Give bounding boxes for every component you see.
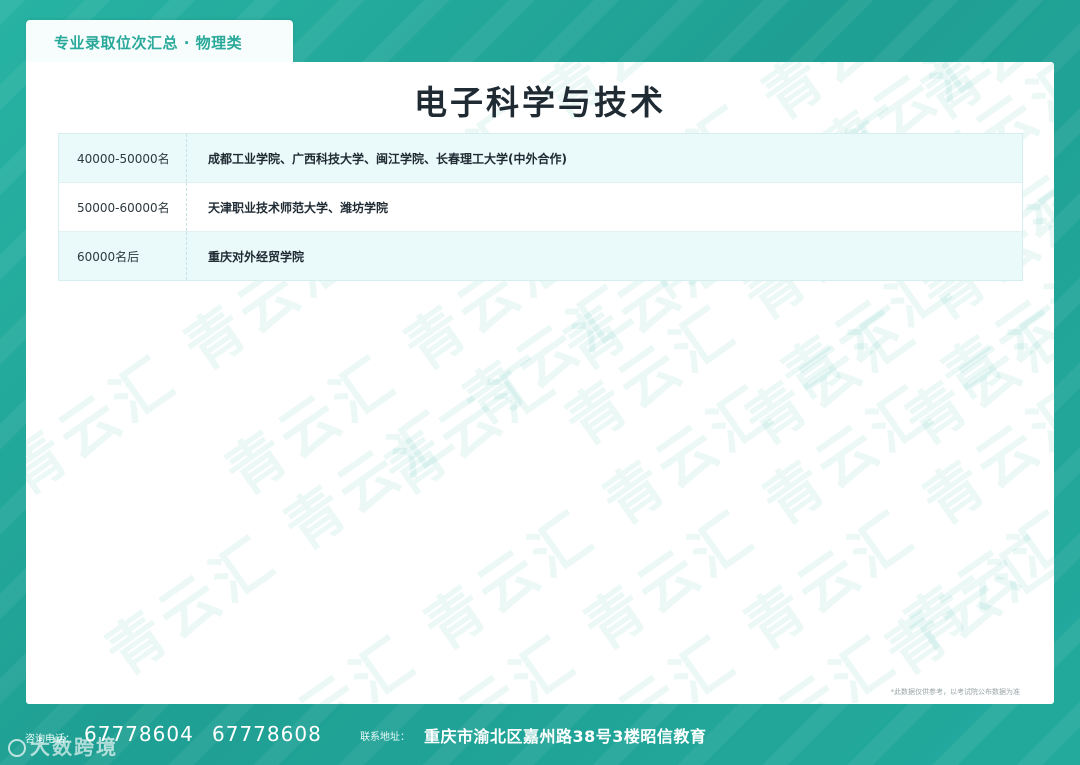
address-label: 联系地址：: [360, 732, 410, 743]
table-row: 50000-60000名 天津职业技术师范大学、潍坊学院: [59, 183, 1022, 232]
schools-cell: 天津职业技术师范大学、潍坊学院: [208, 200, 389, 215]
watermark-text: 青云汇 青云汇 青云汇 青云汇 青云汇 青云汇: [26, 62, 1054, 509]
rank-cell: 50000-60000名: [59, 183, 187, 231]
rank-cell: 60000名后: [59, 232, 187, 280]
ranking-table: 40000-50000名 成都工业学院、广西科技大学、闽江学院、长春理工大学(中…: [58, 133, 1023, 281]
watermark-text: 青云汇 青云汇 青云汇 青云汇 青云汇 青云汇: [373, 62, 1054, 509]
rank-cell: 40000-50000名: [59, 134, 187, 182]
logo-icon: [8, 739, 26, 757]
content-card: 青云汇 青云汇 青云汇 青云汇 青云汇 青云汇 青云汇 青云汇 青云汇 青云汇 …: [26, 62, 1054, 704]
corner-logo-text: 大数跨境: [30, 735, 118, 759]
section-tab-label: 专业录取位次汇总 · 物理类: [54, 34, 243, 52]
schools-cell: 重庆对外经贸学院: [208, 249, 305, 264]
phone-number[interactable]: 67778608: [212, 722, 322, 746]
corner-watermark-logo: 大数跨境: [8, 731, 118, 760]
section-tab[interactable]: 专业录取位次汇总 · 物理类: [26, 20, 293, 62]
watermark-text: 青云汇 青云汇 青云汇 青云汇 青云汇 青云汇: [213, 62, 1054, 509]
footer: 咨询电话： 67778604 67778608 联系地址： 重庆市渝北区嘉州路3…: [0, 704, 1080, 765]
table-row: 40000-50000名 成都工业学院、广西科技大学、闽江学院、长春理工大学(中…: [59, 134, 1022, 183]
address-text: 重庆市渝北区嘉州路38号3楼昭信教育: [424, 727, 707, 746]
page-title: 电子科学与技术: [414, 83, 666, 122]
data-disclaimer: *此数据仅供参考，以考试院公布数据为准: [890, 688, 1021, 696]
schools-cell: 成都工业学院、广西科技大学、闽江学院、长春理工大学(中外合作): [208, 151, 567, 166]
table-row: 60000名后 重庆对外经贸学院: [59, 232, 1022, 280]
